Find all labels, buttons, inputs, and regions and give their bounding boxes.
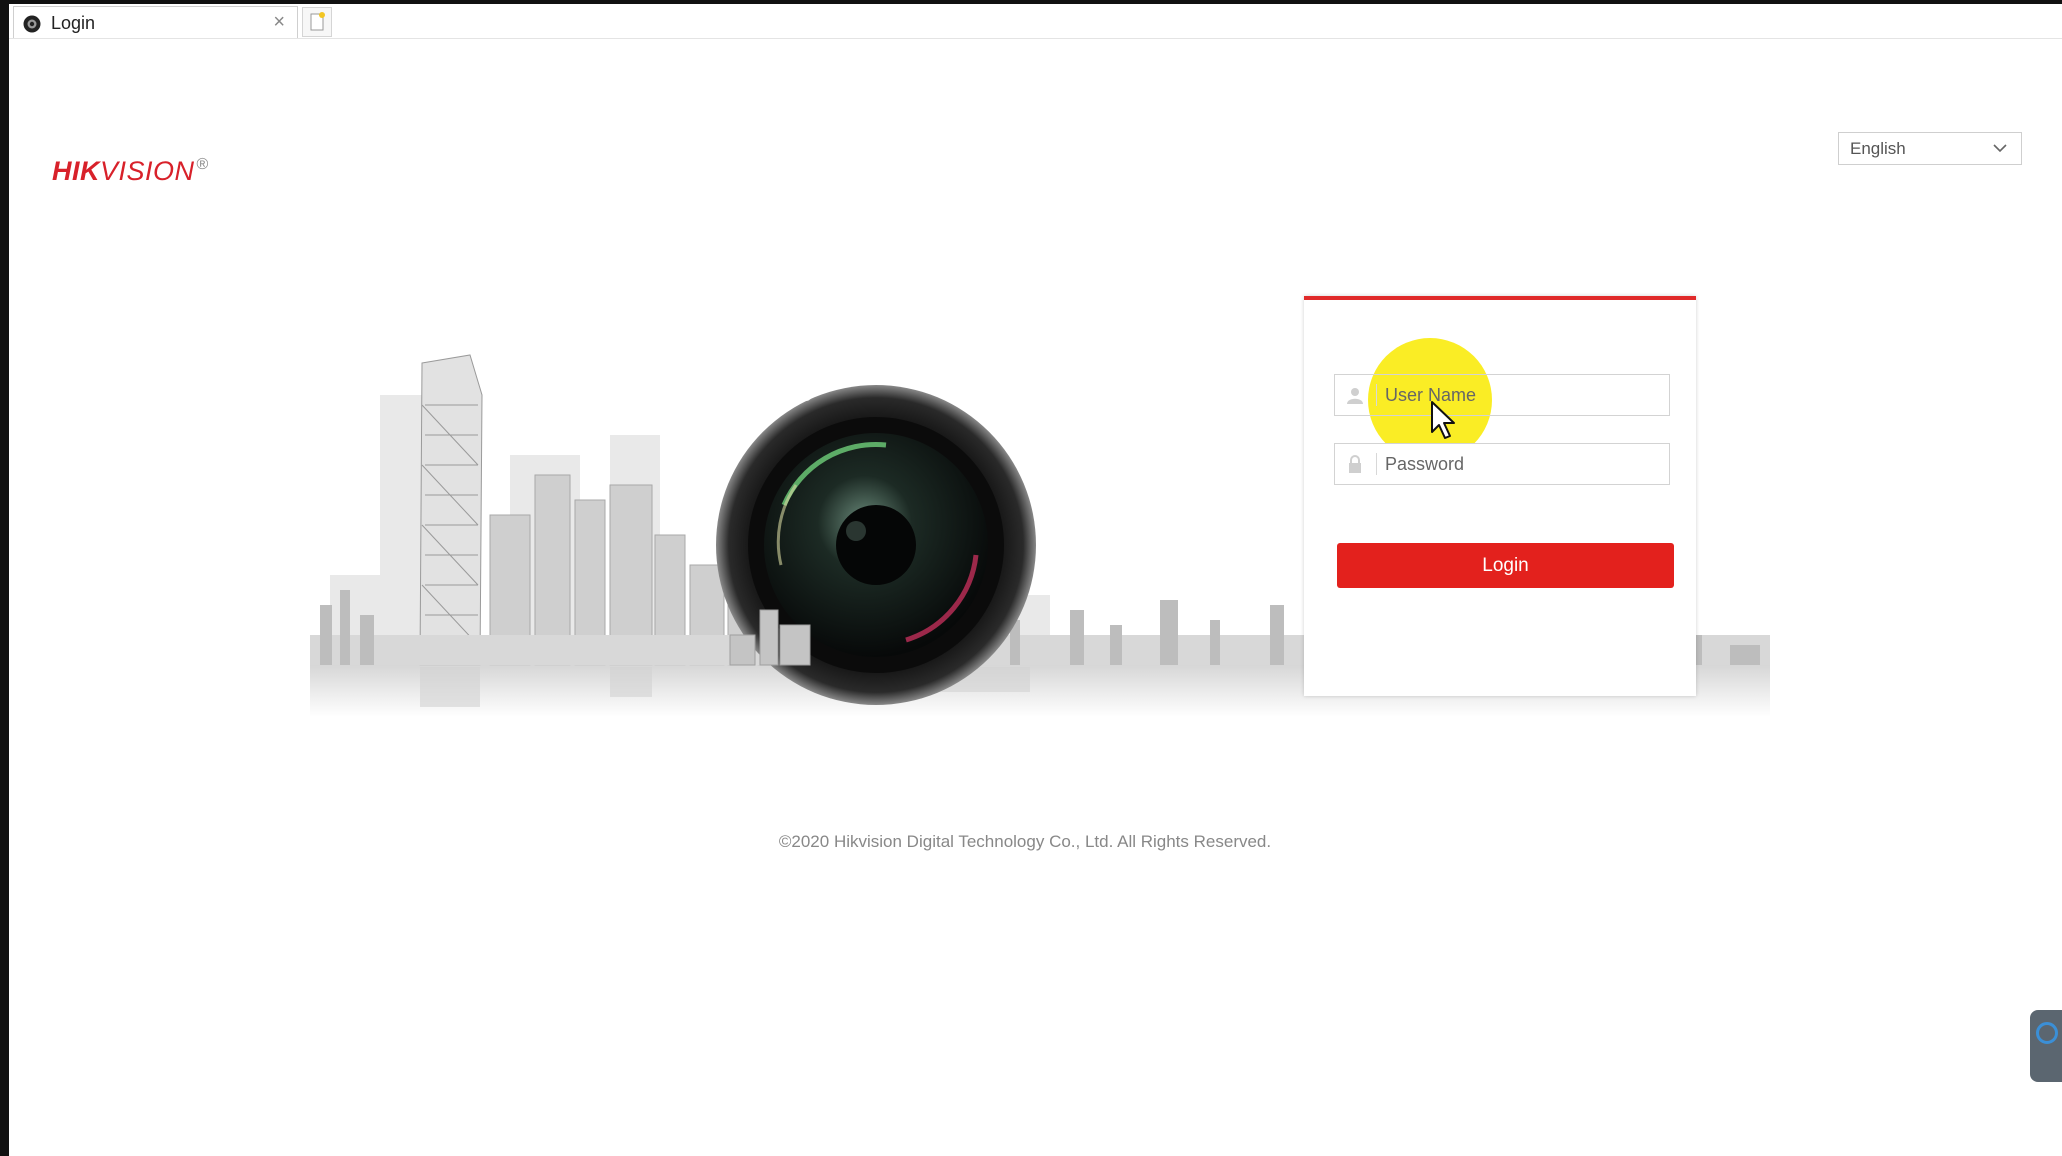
login-panel: Login	[1304, 296, 1696, 696]
browser-tab-login[interactable]: Login ×	[13, 6, 298, 38]
field-separator	[1376, 384, 1377, 406]
close-icon[interactable]: ×	[273, 11, 285, 34]
chevron-down-icon	[1993, 144, 2007, 153]
language-select[interactable]: English	[1838, 132, 2022, 165]
footer: ©2020 Hikvision Digital Technology Co., …	[0, 832, 2062, 852]
window-frame-left	[0, 0, 9, 1156]
lock-icon	[1349, 455, 1361, 473]
hikvision-logo: HIKVISION ®	[52, 156, 209, 187]
new-tab-button[interactable]	[302, 7, 332, 37]
tab-title: Login	[51, 13, 96, 33]
remote-support-icon	[2036, 1022, 2058, 1044]
mouse-pointer-icon	[1431, 401, 1455, 439]
camera-favicon-icon	[23, 15, 41, 33]
username-field[interactable]	[1334, 374, 1670, 416]
logo-text: VISION	[100, 156, 195, 186]
login-button[interactable]: Login	[1337, 543, 1674, 588]
registered-mark: ®	[196, 156, 209, 173]
username-input[interactable]	[1385, 375, 1661, 415]
new-tab-icon	[310, 12, 325, 31]
password-input[interactable]	[1385, 444, 1661, 484]
tower	[419, 354, 483, 666]
field-separator	[1376, 453, 1377, 475]
user-icon	[1347, 388, 1363, 404]
language-value: English	[1850, 139, 1906, 158]
remote-support-widget[interactable]	[2030, 1010, 2062, 1082]
copyright-text: ©2020 Hikvision Digital Technology Co., …	[778, 832, 1272, 851]
password-field[interactable]	[1334, 443, 1670, 485]
browser-tab-strip: Login ×	[9, 4, 2062, 39]
logo-text-bold: HIK	[52, 156, 100, 186]
